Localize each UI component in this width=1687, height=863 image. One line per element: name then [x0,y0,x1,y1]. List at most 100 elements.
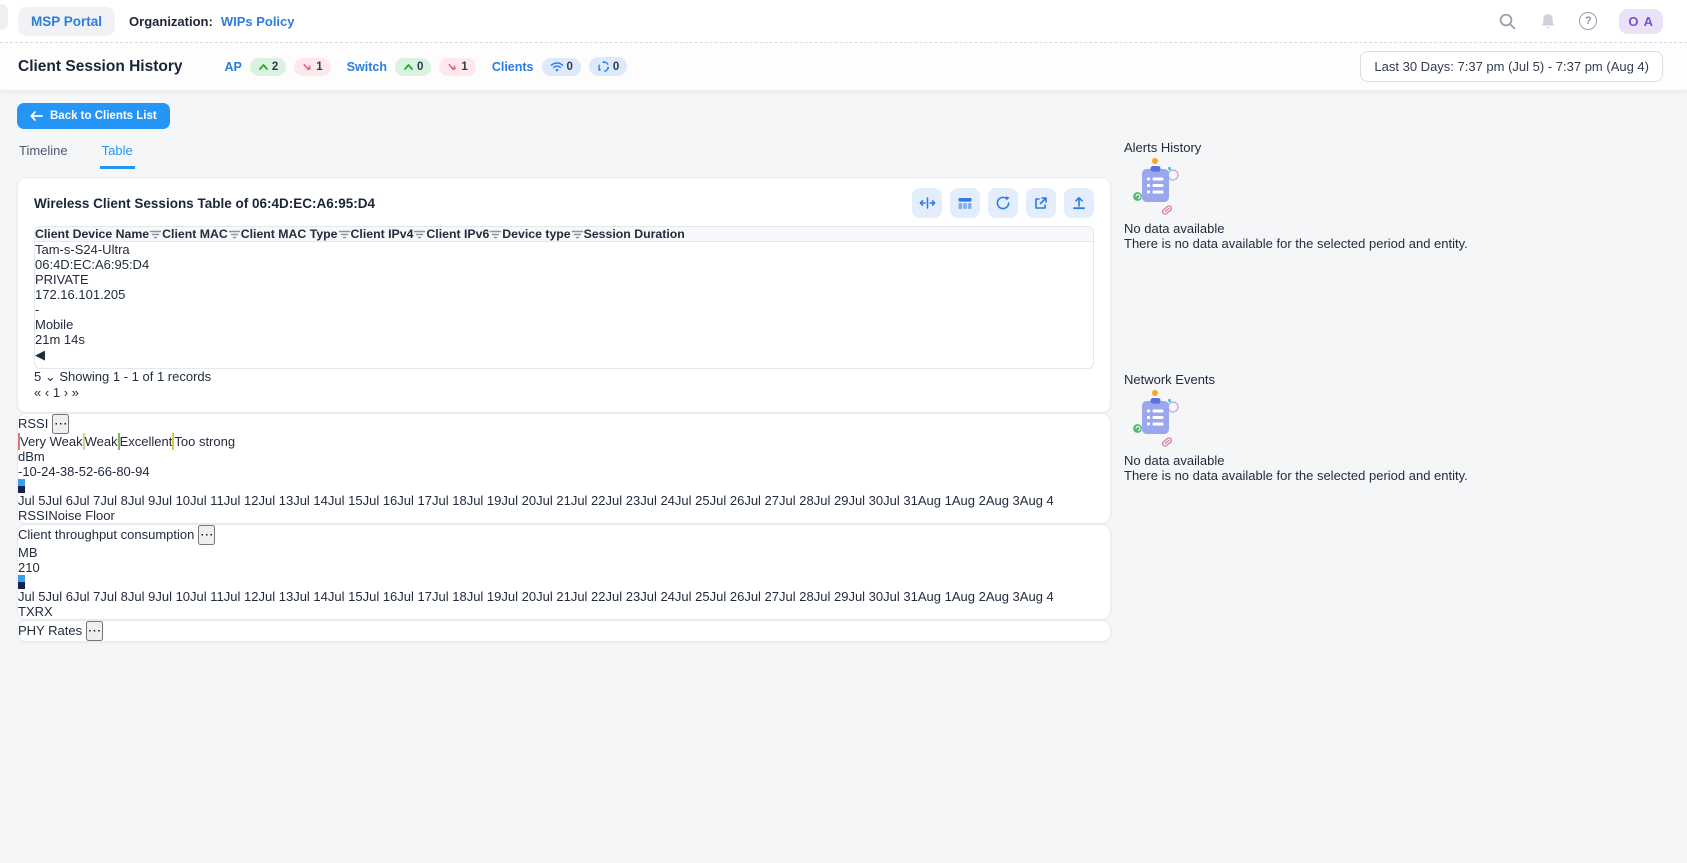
ap-down-chip[interactable]: 1 [294,58,330,76]
msp-portal-button[interactable]: MSP Portal [18,7,115,36]
tab-table[interactable]: Table [100,141,135,169]
page-header: Client Session History AP 2 1 Switch 0 1… [0,43,1687,91]
first-page-button[interactable]: « [34,385,41,400]
x-tick-label: Jul 10 [155,493,190,508]
panel-alerts-history: Alerts History No dat [1124,140,1666,372]
noise-floor-point[interactable] [18,486,25,493]
x-tick-label: Jul 9 [128,493,155,508]
filter-icon[interactable] [413,229,426,240]
chevron-down-icon: ⌄ [45,369,56,384]
horizontal-scrollbar[interactable]: ◀ ▶ [35,347,1093,369]
x-tick-label: Jul 20 [501,493,536,508]
notification-bell-icon[interactable] [1539,12,1557,31]
x-tick-label: Jul 17 [397,589,432,604]
x-tick-label: Jul 22 [571,493,606,508]
ellipsis-icon: ⋯ [200,527,213,542]
sessions-table: Client Device NameClient MACClient MAC T… [34,226,1094,369]
x-tick-label: Aug 3 [986,589,1020,604]
y-tick-label: -24 [37,464,56,479]
x-tick-label: Jul 20 [501,589,536,604]
x-tick-label: Jul 14 [293,493,328,508]
back-to-clients-button[interactable]: Back to Clients List [17,103,170,129]
x-tick-label: Jul 18 [432,493,467,508]
x-tick-label: Aug 2 [952,589,986,604]
filter-icon[interactable] [149,229,162,240]
y-tick-label: 0 [32,560,39,575]
x-tick-label: Jul 12 [224,589,259,604]
band-legend-too-strong: Too strong [172,433,235,450]
x-tick-label: Jul 26 [710,589,745,604]
x-tick-label: Jul 19 [467,493,502,508]
no-data-message: There is no data available for the selec… [1124,468,1666,483]
x-tick-label: Jul 13 [258,589,293,604]
rssi-menu-button[interactable]: ⋯ [52,414,69,434]
clients-mesh-chip[interactable]: 0 [589,57,627,76]
current-page-button[interactable]: 1 [53,385,60,400]
x-tick-label: Jul 17 [397,493,432,508]
search-icon[interactable] [1498,12,1517,31]
open-in-new-button[interactable] [1026,188,1056,218]
sidebar-toggle[interactable] [0,4,8,30]
page-size-select[interactable]: 5 ⌄ [34,369,59,384]
switch-label[interactable]: Switch [347,60,387,74]
avatar[interactable]: O A [1619,9,1663,34]
table-row[interactable]: Tam-s-S24-Ultra06:4D:EC:A6:95:D4PRIVATE1… [35,242,1093,347]
filter-icon[interactable] [571,229,584,240]
columns-button[interactable] [950,188,980,218]
no-data-clipboard-illustration [1124,155,1190,221]
throughput-menu-button[interactable]: ⋯ [198,525,215,545]
column-header-client-device-name: Client Device Name [35,227,162,241]
ap-label[interactable]: AP [225,60,242,74]
help-icon[interactable]: ? [1579,12,1597,30]
tx-point[interactable] [18,575,25,582]
filter-icon[interactable] [489,229,502,240]
clients-label[interactable]: Clients [492,60,534,74]
switch-down-chip[interactable]: 1 [439,58,475,76]
x-tick-label: Jul 31 [883,493,918,508]
cell-client-mac-type: PRIVATE [35,272,1093,287]
switch-up-chip[interactable]: 0 [395,58,431,76]
x-tick-label: Jul 16 [363,589,398,604]
x-tick-label: Jul 12 [224,493,259,508]
ap-up-chip[interactable]: 2 [250,58,286,76]
tab-timeline[interactable]: Timeline [17,141,70,169]
filter-icon[interactable] [228,229,241,240]
x-tick-label: Jul 29 [814,493,849,508]
column-header-client-mac-type: Client MAC Type [241,227,351,241]
fit-width-icon [919,196,936,210]
prev-page-button[interactable]: ‹ [45,385,49,400]
phy-rates-menu-button[interactable]: ⋯ [86,621,103,641]
rssi-card: RSSI ⋯ Very WeakWeakExcellentToo strong … [17,413,1111,524]
next-page-button[interactable]: › [64,385,68,400]
x-tick-label: Jul 10 [155,589,190,604]
organization-link[interactable]: WIPs Policy [221,14,295,29]
cell-client-ipv6: - [35,302,1093,317]
x-tick-label: Jul 30 [848,493,883,508]
export-button[interactable] [1064,188,1094,218]
refresh-button[interactable] [988,188,1018,218]
phy-rates-card: PHY Rates ⋯ [17,620,1111,642]
x-tick-label: Jul 23 [606,493,641,508]
clients-wifi-chip[interactable]: 0 [542,58,581,76]
ellipsis-icon: ⋯ [54,416,67,431]
filter-icon[interactable] [338,229,351,240]
x-tick-label: Jul 6 [45,493,72,508]
pagination: 5 ⌄ Showing 1 - 1 of 1 records « ‹ 1 › » [34,369,1094,400]
y-tick-label: -38 [56,464,75,479]
open-in-new-icon [1033,195,1049,211]
band-legend-excellent: Excellent [118,433,173,450]
y-tick-label: -10 [18,464,37,479]
x-tick-label: Jul 27 [744,589,779,604]
fit-width-button[interactable] [912,188,942,218]
right-column: Alerts History No dat [1124,140,1666,584]
date-range-picker[interactable]: Last 30 Days: 7:37 pm (Jul 5) - 7:37 pm … [1360,51,1663,82]
throughput-chart: MB 210 [18,545,1110,589]
scroll-left-icon[interactable]: ◀ [35,347,45,362]
rssi-series-legend: RSSINoise Floor [18,508,1110,523]
rx-point[interactable] [18,582,25,589]
column-header-client-ipv6: Client IPv6 [426,227,502,241]
last-page-button[interactable]: » [72,385,79,400]
rssi-point[interactable] [18,479,25,486]
help-glyph: ? [1585,15,1592,27]
legend-tx: TX [18,604,35,619]
